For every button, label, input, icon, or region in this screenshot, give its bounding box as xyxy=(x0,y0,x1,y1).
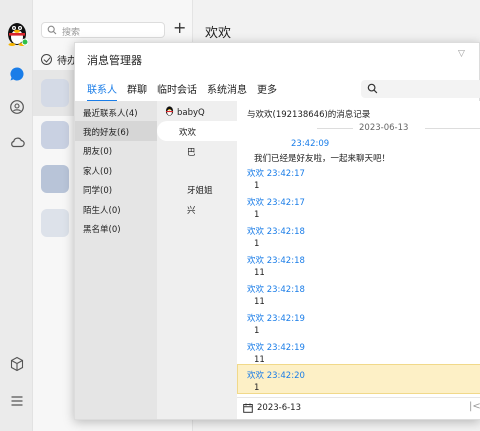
message-meta: 欢欢 23:42:19 xyxy=(247,312,305,324)
cloud-icon[interactable] xyxy=(9,134,25,150)
date-separator: 2023-06-13 xyxy=(317,123,480,133)
friend-list: babyQ 欢欢 巴 牙姐姐 兴 xyxy=(157,101,237,419)
message-meta: 欢欢 23:42:18 xyxy=(247,225,305,237)
message-time: 23:42:20 xyxy=(266,371,305,381)
group-item[interactable]: 我的好友(6) xyxy=(83,126,129,138)
message-sender: 欢欢 xyxy=(247,343,265,353)
dialog-tabs: 联系人 群聊 临时会话 系统消息 更多 xyxy=(87,81,277,102)
message-meta: 23:42:09 xyxy=(247,139,329,149)
group-item[interactable]: 最近联系人(4) xyxy=(83,107,138,119)
message-time: 23:42:17 xyxy=(266,198,305,208)
qq-penguin-icon xyxy=(165,106,174,116)
add-button[interactable]: + xyxy=(173,20,186,36)
search-icon xyxy=(367,83,378,94)
tab-more[interactable]: 更多 xyxy=(257,81,277,102)
tab-temp-chat[interactable]: 临时会话 xyxy=(157,81,197,102)
calendar-icon[interactable] xyxy=(243,403,253,413)
message-time: 23:42:19 xyxy=(266,314,305,324)
history-search-input[interactable] xyxy=(361,80,480,98)
message-meta: 欢欢 23:42:18 xyxy=(247,283,305,295)
group-item[interactable]: 朋友(0) xyxy=(83,145,112,157)
message-time: 23:42:18 xyxy=(266,256,305,266)
message-text: 1 xyxy=(254,383,260,393)
tab-groups[interactable]: 群聊 xyxy=(127,81,147,102)
menu-icon[interactable] xyxy=(9,393,25,409)
message-time: 23:42:17 xyxy=(266,169,305,179)
message-sender: 欢欢 xyxy=(247,227,265,237)
message-sender: 欢欢 xyxy=(247,256,265,266)
message-text: 11 xyxy=(254,268,265,278)
friend-item[interactable]: 兴 xyxy=(187,204,196,216)
search-placeholder: 搜索 xyxy=(62,28,81,38)
message-time: 23:42:09 xyxy=(291,139,330,149)
message-text: 11 xyxy=(254,297,265,307)
message-manager-dialog: 消息管理器 ▽ 联系人 群聊 临时会话 系统消息 更多 最近联系人(4) 我的好… xyxy=(74,42,480,420)
tab-contacts[interactable]: 联系人 xyxy=(87,81,117,102)
message-time: 23:42:19 xyxy=(266,343,305,353)
left-rail xyxy=(0,0,33,431)
message-time: 23:42:18 xyxy=(266,285,305,295)
chevron-down-icon[interactable]: ▽ xyxy=(458,49,465,59)
avatar[interactable] xyxy=(41,209,69,237)
friend-item[interactable]: 欢欢 xyxy=(179,126,196,138)
dialog-title: 消息管理器 xyxy=(87,54,142,67)
footer-date: 2023-6-13 xyxy=(257,403,301,413)
friend-item[interactable]: 牙姐姐 xyxy=(187,184,213,196)
message-meta: 欢欢 23:42:20 xyxy=(247,369,305,381)
tab-system-messages[interactable]: 系统消息 xyxy=(207,81,247,102)
avatar[interactable] xyxy=(41,79,69,107)
friend-item[interactable]: 巴 xyxy=(187,146,196,158)
history-footer: 2023-6-13 |< xyxy=(237,397,480,419)
avatar[interactable] xyxy=(41,165,69,193)
first-page-icon[interactable]: |< xyxy=(469,401,480,412)
message-text: 1 xyxy=(254,239,260,249)
selected-friend-highlight xyxy=(157,121,237,141)
message-sender: 欢欢 xyxy=(247,169,265,179)
message-sender: 欢欢 xyxy=(247,285,265,295)
date-separator-label: 2023-06-13 xyxy=(359,123,409,133)
check-circle-icon xyxy=(41,54,52,65)
friend-name: babyQ xyxy=(177,108,205,118)
search-input[interactable]: 搜索 xyxy=(41,22,165,38)
app-cube-icon[interactable] xyxy=(9,356,25,372)
group-item[interactable]: 黑名单(0) xyxy=(83,223,121,235)
message-icon[interactable] xyxy=(9,66,25,82)
message-text: 1 xyxy=(254,210,260,220)
chat-title: 欢欢 xyxy=(205,26,232,41)
todo-item[interactable]: 待办 xyxy=(41,52,77,67)
message-meta: 欢欢 23:42:19 xyxy=(247,341,305,353)
friend-item[interactable]: babyQ xyxy=(165,106,205,118)
group-item[interactable]: 同学(0) xyxy=(83,184,112,196)
contacts-icon[interactable] xyxy=(9,99,25,115)
message-sender: 欢欢 xyxy=(247,371,265,381)
message-meta: 欢欢 23:42:17 xyxy=(247,167,305,179)
message-sender: 欢欢 xyxy=(247,198,265,208)
message-time: 23:42:18 xyxy=(266,227,305,237)
search-icon xyxy=(47,25,57,35)
history-header: 与欢欢(192138646)的消息记录 xyxy=(247,110,371,120)
qq-penguin-avatar[interactable] xyxy=(6,20,28,46)
message-text: 1 xyxy=(254,326,260,336)
group-list: 最近联系人(4) 我的好友(6) 朋友(0) 家人(0) 同学(0) 陌生人(0… xyxy=(75,101,157,419)
group-item[interactable]: 家人(0) xyxy=(83,165,112,177)
avatar[interactable] xyxy=(41,121,69,149)
message-text: 1 xyxy=(254,181,260,191)
group-item[interactable]: 陌生人(0) xyxy=(83,204,121,216)
message-history: 与欢欢(192138646)的消息记录 2023-06-13 23:42:09 … xyxy=(237,101,480,419)
message-meta: 欢欢 23:42:17 xyxy=(247,196,305,208)
message-text: 我们已经是好友啦，一起来聊天吧！ xyxy=(254,154,391,164)
message-meta: 欢欢 23:42:18 xyxy=(247,254,305,266)
message-sender: 欢欢 xyxy=(247,314,265,324)
